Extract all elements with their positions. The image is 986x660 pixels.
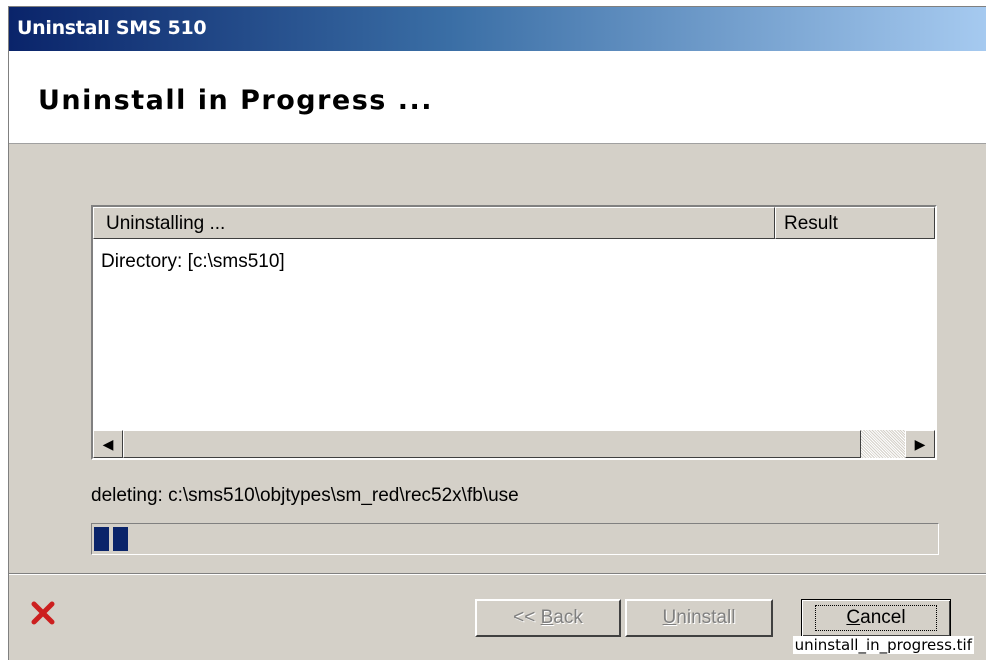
cancel-button-label: ancel xyxy=(860,607,906,628)
header-panel: Uninstall in Progress ... xyxy=(9,51,986,144)
image-caption: uninstall_in_progress.tif xyxy=(792,636,974,654)
progress-bar xyxy=(91,523,939,555)
uninstall-button[interactable]: Uninstall xyxy=(625,599,773,637)
window-title: Uninstall SMS 510 xyxy=(17,17,207,39)
scroll-thumb[interactable] xyxy=(123,430,861,458)
page-heading: Uninstall in Progress ... xyxy=(38,85,434,116)
red-x-icon xyxy=(31,601,55,625)
column-header-uninstalling[interactable]: Uninstalling ... xyxy=(93,207,775,239)
scroll-left-button[interactable]: ◀ xyxy=(93,430,123,458)
cancel-button-mnemonic: C xyxy=(846,607,861,628)
uninstall-list[interactable]: Uninstalling ... Result Directory: [c:\s… xyxy=(91,205,937,460)
progress-fill xyxy=(94,527,128,551)
separator xyxy=(9,573,986,575)
arrow-right-icon: ▶ xyxy=(914,436,926,452)
uninstall-button-label: ninstall xyxy=(676,607,736,628)
list-item[interactable]: Directory: [c:\sms510] xyxy=(101,251,285,273)
uninstall-button-mnemonic: U xyxy=(662,607,677,628)
scroll-right-button[interactable]: ▶ xyxy=(905,430,935,458)
column-header-result[interactable]: Result xyxy=(775,207,935,239)
back-button-mnemonic: B xyxy=(540,607,554,628)
status-text: deleting: c:\sms510\objtypes\sm_red\rec5… xyxy=(91,485,519,506)
back-button[interactable]: << Back xyxy=(475,599,621,637)
cancel-button-focus: Cancel xyxy=(815,605,937,631)
uninstall-dialog: Uninstall SMS 510 Uninstall in Progress … xyxy=(8,6,986,660)
title-bar[interactable]: Uninstall SMS 510 xyxy=(9,7,986,51)
scroll-track[interactable] xyxy=(861,430,905,458)
horizontal-scrollbar[interactable]: ◀ ▶ xyxy=(93,430,935,458)
back-button-label: ack xyxy=(553,607,583,628)
cancel-button[interactable]: Cancel xyxy=(801,599,951,637)
arrow-left-icon: ◀ xyxy=(102,436,114,452)
back-button-prefix: << xyxy=(513,607,541,628)
